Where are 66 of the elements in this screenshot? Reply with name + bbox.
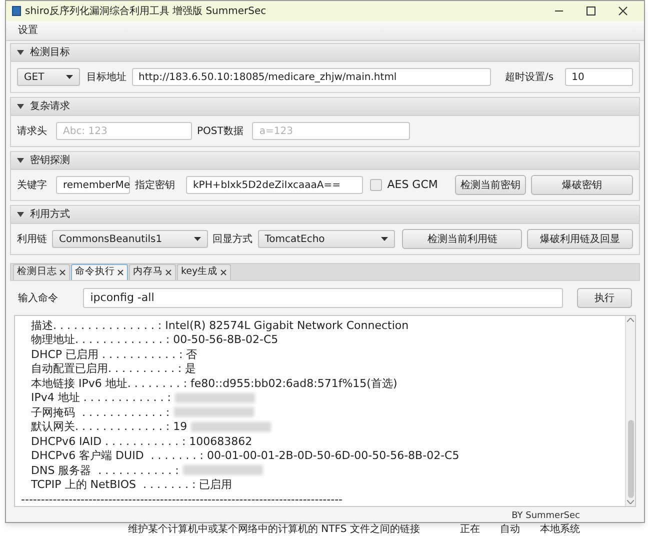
output-line: 子网掩码 . . . . . . . . . . . . : bbox=[31, 404, 170, 420]
input-field[interactable]: kPH+bIxk5D2deZiIxcaaaA== bbox=[186, 176, 364, 194]
output-line: --------------------------------------------------------------------------------- bbox=[21, 492, 343, 507]
dropdown[interactable]: CommonsBeanutils1 bbox=[52, 230, 208, 248]
field-label: 关键字 bbox=[17, 178, 47, 192]
app-icon bbox=[12, 6, 21, 16]
section-header[interactable]: 复杂请求 bbox=[11, 98, 639, 116]
maximize-icon[interactable] bbox=[586, 6, 596, 16]
input-field[interactable]: http://183.6.50.10:18085/medicare_zhjw/main.html bbox=[132, 68, 492, 86]
input-field[interactable]: rememberMe bbox=[56, 176, 130, 194]
output-line: DHCPv6 客户端 DUID . . . . . . . : 00-01-00-01-2B-0D-50-6D-00-50-56-8B-02-C5 bbox=[31, 448, 460, 464]
action-button[interactable]: 检测当前利用链 bbox=[402, 229, 522, 249]
output-line: DNS 服务器 . . . . . . . . . . . : bbox=[31, 462, 179, 478]
close-icon[interactable] bbox=[165, 269, 172, 276]
field-label: 回显方式 bbox=[212, 232, 253, 246]
output-line: 物理地址. . . . . . . . . . . . . : 00-50-56-8B-02-C5 bbox=[31, 332, 278, 348]
dropdown[interactable]: GET bbox=[17, 68, 80, 86]
field-label: 目标地址 bbox=[86, 70, 127, 84]
scrollbar[interactable] bbox=[625, 316, 635, 506]
output-line: TCPIP 上的 NetBIOS . . . . . . . : 已启用 bbox=[31, 477, 232, 492]
execute-button[interactable]: 执行 bbox=[576, 288, 632, 308]
output-line: 描述. . . . . . . . . . . . . . . : Intel(R) 82574L Gigabit Network Connection bbox=[31, 318, 409, 333]
tab[interactable]: 内存马 bbox=[129, 264, 176, 280]
output-line: IPv4 地址 . . . . . . . . . . . . : bbox=[31, 390, 172, 406]
tab[interactable]: key生成 bbox=[177, 264, 231, 280]
action-button[interactable]: 爆破密钥 bbox=[530, 175, 633, 195]
output-line: DHCPv6 IAID . . . . . . . . . . . : 100683862 bbox=[31, 434, 252, 449]
footer-credit: BY SummerSec bbox=[512, 510, 580, 524]
close-icon[interactable] bbox=[220, 269, 227, 276]
dropdown[interactable]: TomcatEcho bbox=[258, 230, 396, 248]
close-icon[interactable] bbox=[117, 269, 124, 276]
action-button[interactable]: 检测当前密钥 bbox=[454, 175, 526, 195]
field-label: 输入命令 bbox=[18, 292, 59, 306]
section-header[interactable]: 密钥探测 bbox=[11, 152, 639, 170]
field-label: POST数据 bbox=[197, 124, 244, 138]
output-line: DHCP 已启用 . . . . . . . . . . . : 否 bbox=[31, 346, 198, 362]
checkbox[interactable] bbox=[370, 179, 382, 191]
section-header[interactable]: 利用方式 bbox=[11, 206, 639, 224]
input-field[interactable]: 10 bbox=[564, 68, 633, 86]
expand-triangle-icon bbox=[17, 50, 24, 55]
caret-icon bbox=[66, 75, 73, 79]
close-icon[interactable] bbox=[618, 6, 628, 16]
expand-triangle-icon bbox=[17, 212, 24, 217]
field-label: 超时设置/s bbox=[505, 70, 554, 84]
tab[interactable]: 命令执行 bbox=[71, 264, 128, 280]
menu-item[interactable]: 设置 bbox=[18, 23, 38, 38]
action-button[interactable]: 爆破利用链及回显 bbox=[527, 229, 633, 249]
close-icon[interactable] bbox=[59, 269, 66, 276]
caret-icon bbox=[381, 237, 388, 241]
output-line: 默认网关. . . . . . . . . . . . . : 19 bbox=[31, 419, 188, 434]
checkbox-label: AES GCM bbox=[387, 176, 438, 193]
field-label: 请求头 bbox=[17, 124, 47, 138]
scroll-down-icon[interactable] bbox=[627, 500, 634, 504]
expand-triangle-icon bbox=[17, 104, 24, 109]
output-line: 自动配置已启用. . . . . . . . . . : 是 bbox=[31, 361, 196, 376]
section-header[interactable]: 检测目标 bbox=[11, 44, 639, 62]
expand-triangle-icon bbox=[17, 158, 24, 163]
scroll-up-icon[interactable] bbox=[627, 318, 634, 322]
background-text: 维护某个计算机中或某个网络中的计算机的 NTFS 文件之间的链接 正在 自动 本地系统 bbox=[128, 524, 580, 536]
tab[interactable]: 检测日志 bbox=[13, 264, 70, 280]
window-title: shiro反序列化漏洞综合利用工具 增强版 SummerSec bbox=[25, 4, 266, 18]
output-line: 本地链接 IPv6 地址. . . . . . . . : fe80::d955:bb02:6ad8:571f%15(首选) bbox=[31, 376, 398, 391]
field-label: 利用链 bbox=[17, 232, 47, 246]
field-label: 指定密钥 bbox=[135, 178, 175, 192]
caret-icon bbox=[194, 237, 201, 241]
command-input[interactable]: ipconfig -all bbox=[83, 288, 563, 308]
